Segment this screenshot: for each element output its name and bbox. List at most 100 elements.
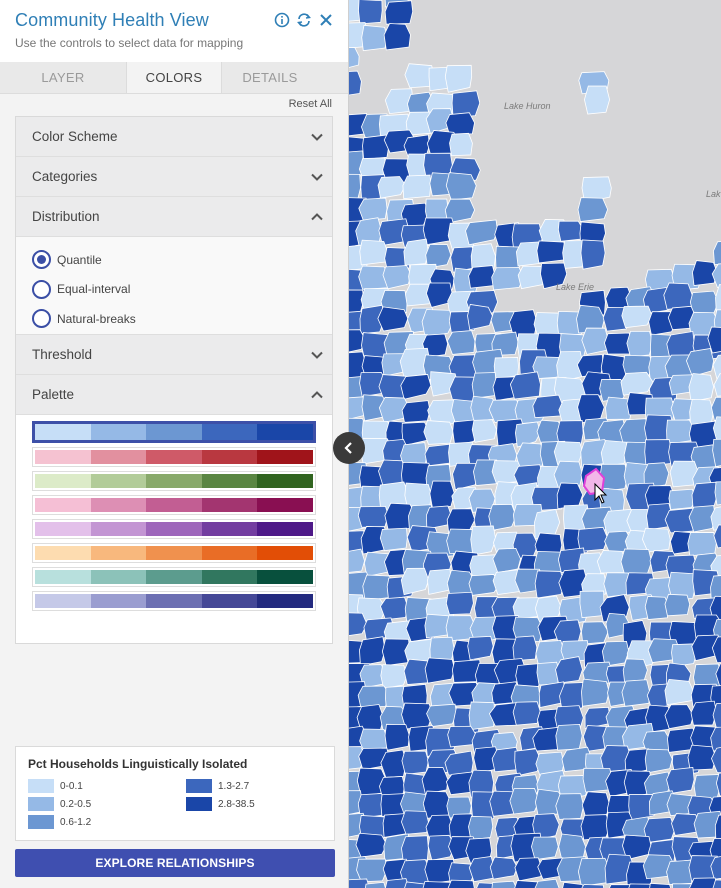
county-shape[interactable] xyxy=(685,347,714,377)
county-shape[interactable] xyxy=(621,305,653,329)
info-icon[interactable] xyxy=(274,12,290,28)
county-shape[interactable] xyxy=(622,658,648,683)
county-shape[interactable] xyxy=(492,547,521,574)
tab-colors[interactable]: COLORS xyxy=(126,62,222,93)
county-shape[interactable] xyxy=(358,0,383,25)
county-shape[interactable] xyxy=(445,591,474,615)
county-shape[interactable] xyxy=(512,635,538,662)
county-shape[interactable] xyxy=(600,440,628,467)
county-shape[interactable] xyxy=(558,833,587,861)
county-shape[interactable] xyxy=(421,767,449,795)
county-shape[interactable] xyxy=(424,657,455,684)
section-distribution[interactable]: Distribution xyxy=(16,197,332,237)
county-shape[interactable] xyxy=(444,64,473,93)
county-shape[interactable] xyxy=(713,240,721,266)
reset-all-link[interactable]: Reset All xyxy=(289,98,332,110)
section-palette[interactable]: Palette xyxy=(16,375,332,415)
county-shape[interactable] xyxy=(668,488,697,510)
close-icon[interactable] xyxy=(318,12,334,28)
radio-quantile[interactable]: Quantile xyxy=(32,245,332,275)
county-shape[interactable] xyxy=(378,459,405,487)
tab-layer[interactable]: LAYER xyxy=(0,62,126,93)
county-shape[interactable] xyxy=(644,439,673,467)
collapse-panel-button[interactable] xyxy=(333,432,365,464)
county-shape[interactable] xyxy=(468,265,496,289)
county-shape[interactable] xyxy=(384,723,410,751)
palette-option[interactable] xyxy=(32,519,316,539)
county-shape[interactable] xyxy=(536,240,567,264)
county-shape[interactable] xyxy=(358,197,388,222)
county-shape[interactable] xyxy=(471,372,497,399)
county-shape[interactable] xyxy=(445,172,477,201)
county-shape[interactable] xyxy=(423,420,454,445)
county-shape[interactable] xyxy=(512,701,541,726)
county-shape[interactable] xyxy=(690,700,717,726)
county-shape[interactable] xyxy=(361,24,389,52)
county-shape[interactable] xyxy=(584,85,611,115)
county-shape[interactable] xyxy=(641,527,671,553)
county-shape[interactable] xyxy=(429,480,455,510)
county-shape[interactable] xyxy=(489,856,518,880)
county-shape[interactable] xyxy=(380,596,409,621)
palette-option[interactable] xyxy=(32,495,316,515)
county-shape[interactable] xyxy=(531,836,559,861)
refresh-icon[interactable] xyxy=(296,12,312,28)
county-shape[interactable] xyxy=(357,506,389,528)
county-shape[interactable] xyxy=(688,373,715,403)
county-shape[interactable] xyxy=(449,132,473,157)
county-shape[interactable] xyxy=(509,788,540,815)
tab-details[interactable]: DETAILS xyxy=(222,62,318,93)
palette-option[interactable] xyxy=(32,543,316,563)
county-shape[interactable] xyxy=(580,814,611,841)
county-shape[interactable] xyxy=(663,282,693,310)
county-shape[interactable] xyxy=(664,704,694,730)
county-shape[interactable] xyxy=(400,567,430,596)
county-shape[interactable] xyxy=(355,832,388,858)
county-shape[interactable] xyxy=(471,419,498,443)
county-shape[interactable] xyxy=(401,750,429,775)
county-shape[interactable] xyxy=(426,703,458,728)
county-shape[interactable] xyxy=(421,309,454,338)
county-shape[interactable] xyxy=(644,748,673,774)
explore-relationships-button[interactable]: EXPLORE RELATIONSHIPS xyxy=(15,849,335,877)
county-shape[interactable] xyxy=(403,238,429,266)
county-shape[interactable] xyxy=(359,636,386,667)
county-shape[interactable] xyxy=(491,880,518,888)
county-shape[interactable] xyxy=(621,679,651,707)
county-shape[interactable] xyxy=(468,815,494,841)
palette-option[interactable] xyxy=(32,567,316,587)
county-shape[interactable] xyxy=(627,883,652,888)
county-shape[interactable] xyxy=(555,793,584,820)
county-shape[interactable] xyxy=(664,678,694,706)
county-shape[interactable] xyxy=(467,304,493,331)
county-shape[interactable] xyxy=(445,112,475,136)
palette-option[interactable] xyxy=(32,421,316,443)
county-shape[interactable] xyxy=(581,327,609,355)
county-shape[interactable] xyxy=(536,661,560,686)
county-shape[interactable] xyxy=(555,723,583,751)
palette-option[interactable] xyxy=(32,471,316,491)
county-shape[interactable] xyxy=(687,532,717,557)
county-shape[interactable] xyxy=(666,859,694,885)
county-shape[interactable] xyxy=(579,590,605,619)
county-shape[interactable] xyxy=(426,505,452,530)
county-shape[interactable] xyxy=(664,593,691,617)
county-shape[interactable] xyxy=(359,239,388,266)
county-shape[interactable] xyxy=(714,481,721,506)
county-shape[interactable] xyxy=(446,879,475,888)
county-shape[interactable] xyxy=(400,374,432,400)
county-shape[interactable] xyxy=(384,0,414,25)
county-shape[interactable] xyxy=(380,664,408,689)
county-shape[interactable] xyxy=(383,23,411,51)
county-shape[interactable] xyxy=(577,197,609,222)
radio-button[interactable] xyxy=(32,309,51,329)
county-shape[interactable] xyxy=(356,858,388,883)
county-shape[interactable] xyxy=(626,330,654,358)
county-shape[interactable] xyxy=(580,239,606,270)
county-shape[interactable] xyxy=(715,284,721,315)
county-shape[interactable] xyxy=(465,219,498,246)
county-shape[interactable] xyxy=(509,371,541,400)
county-shape[interactable] xyxy=(377,176,407,199)
radio-button[interactable] xyxy=(32,250,51,270)
palette-option[interactable] xyxy=(32,591,316,611)
